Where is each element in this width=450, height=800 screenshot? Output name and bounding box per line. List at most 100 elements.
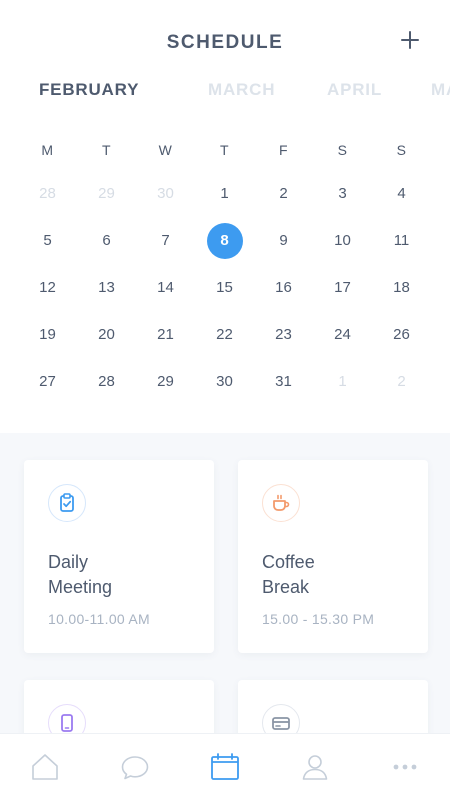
tab-more[interactable] xyxy=(360,734,450,800)
calendar-day[interactable]: 29 xyxy=(136,365,195,399)
calendar-day[interactable]: 9 xyxy=(254,224,313,258)
tab-calendar[interactable] xyxy=(180,734,270,800)
day-number: 24 xyxy=(334,325,351,343)
day-number: 20 xyxy=(98,325,115,343)
day-number: 12 xyxy=(39,278,56,296)
calendar-day[interactable]: 31 xyxy=(254,365,313,399)
event-card-coffee-break[interactable]: Coffee Break 15.00 - 15.30 PM xyxy=(238,460,428,653)
calendar-day[interactable]: 1 xyxy=(195,177,254,211)
calendar-day[interactable]: 17 xyxy=(313,271,372,305)
calendar-day[interactable]: 16 xyxy=(254,271,313,305)
calendar-week-row: 12 13 14 15 16 17 18 xyxy=(18,264,432,311)
calendar-day[interactable]: 21 xyxy=(136,318,195,352)
home-icon xyxy=(32,754,58,780)
calendar-day[interactable]: 6 xyxy=(77,224,136,258)
day-number: 31 xyxy=(275,372,292,390)
calendar-day-outside-month[interactable]: 28 xyxy=(18,177,77,211)
calendar-day[interactable]: 7 xyxy=(136,224,195,258)
calendar-day[interactable]: 30 xyxy=(195,365,254,399)
day-number: 2 xyxy=(279,184,288,202)
day-number: 8 xyxy=(206,222,243,259)
chat-icon xyxy=(121,756,149,780)
tab-bar xyxy=(0,733,450,800)
more-icon xyxy=(393,764,417,770)
day-number: 19 xyxy=(39,325,56,343)
day-number: 17 xyxy=(334,278,351,296)
day-number: 9 xyxy=(279,231,288,249)
calendar-day[interactable]: 27 xyxy=(18,365,77,399)
day-number: 6 xyxy=(102,231,111,249)
weekday-label: T xyxy=(219,142,230,158)
weekday-label: W xyxy=(158,142,173,158)
calendar-icon xyxy=(211,753,239,780)
events-area: Daily Meeting 10.00-11.00 AM Coffee Brea… xyxy=(0,433,450,760)
calendar-day[interactable]: 10 xyxy=(313,224,372,258)
weekday-label: T xyxy=(101,142,112,158)
day-number: 4 xyxy=(397,184,406,202)
calendar-day[interactable]: 22 xyxy=(195,318,254,352)
calendar-day[interactable]: 26 xyxy=(372,318,431,352)
day-number: 5 xyxy=(43,231,52,249)
calendar-day[interactable]: 11 xyxy=(372,224,431,258)
event-title: Coffee Break xyxy=(262,552,315,597)
day-number: 7 xyxy=(161,231,170,249)
calendar-day[interactable]: 19 xyxy=(18,318,77,352)
calendar-day[interactable]: 4 xyxy=(372,177,431,211)
day-number: 23 xyxy=(275,325,292,343)
weekday-label: S xyxy=(337,142,348,158)
calendar-day-selected[interactable]: 8 xyxy=(195,222,254,259)
calendar-week-row: 19 20 21 22 23 24 26 xyxy=(18,311,432,358)
calendar-day[interactable]: 2 xyxy=(254,177,313,211)
calendar-day[interactable]: 3 xyxy=(313,177,372,211)
calendar-day[interactable]: 12 xyxy=(18,271,77,305)
day-number: 1 xyxy=(220,184,229,202)
calendar-week-row: 5 6 7 8 9 10 11 xyxy=(18,217,432,264)
add-event-button[interactable] xyxy=(396,26,424,54)
day-number: 2 xyxy=(397,372,406,390)
calendar-day[interactable]: 5 xyxy=(18,224,77,258)
day-number: 11 xyxy=(393,231,410,249)
tab-home[interactable] xyxy=(0,734,90,800)
weekday-header-row: MTWTFSS xyxy=(18,130,432,170)
day-number: 29 xyxy=(157,372,174,390)
day-number: 22 xyxy=(216,325,233,343)
calendar-week-row: 27 28 29 30 31 1 2 xyxy=(18,358,432,405)
event-time: 10.00-11.00 AM xyxy=(48,611,151,627)
calendar-day[interactable]: 20 xyxy=(77,318,136,352)
tab-profile[interactable] xyxy=(270,734,360,800)
day-number: 13 xyxy=(98,278,115,296)
day-number: 18 xyxy=(393,278,410,296)
month-tab-april[interactable]: APRIL xyxy=(327,80,382,100)
calendar-day[interactable]: 18 xyxy=(372,271,431,305)
calendar-day-outside-month[interactable]: 30 xyxy=(136,177,195,211)
calendar-day-outside-month[interactable]: 29 xyxy=(77,177,136,211)
day-number: 28 xyxy=(39,184,56,202)
month-selector: FEBRUARY MARCH APRIL MA xyxy=(0,80,450,104)
day-number: 10 xyxy=(334,231,351,249)
header: SCHEDULE xyxy=(0,0,450,86)
event-time: 15.00 - 15.30 PM xyxy=(262,611,375,627)
weekday-label: F xyxy=(278,142,289,158)
month-tab-february[interactable]: FEBRUARY xyxy=(39,80,139,100)
day-number: 21 xyxy=(157,325,174,343)
calendar-day[interactable]: 23 xyxy=(254,318,313,352)
day-number: 30 xyxy=(157,184,174,202)
month-tab-march[interactable]: MARCH xyxy=(208,80,275,100)
user-icon xyxy=(302,755,328,780)
tab-messages[interactable] xyxy=(90,734,180,800)
day-number: 1 xyxy=(338,372,347,390)
coffee-icon xyxy=(262,484,300,522)
calendar-grid: M T W T F S S 28 29 30 1 2 3 4 5 6 7 8 9 10 11 12 13 14 15 16 17 18… xyxy=(18,130,432,405)
day-number: 14 xyxy=(157,278,174,296)
weekday-label: M xyxy=(41,142,54,158)
calendar-day[interactable]: 15 xyxy=(195,271,254,305)
calendar-day[interactable]: 13 xyxy=(77,271,136,305)
month-tab-may[interactable]: MA xyxy=(431,80,450,100)
calendar-day[interactable]: 28 xyxy=(77,365,136,399)
calendar-day-outside-month[interactable]: 2 xyxy=(372,365,431,399)
event-card-daily-meeting[interactable]: Daily Meeting 10.00-11.00 AM xyxy=(24,460,214,653)
event-title: Daily Meeting xyxy=(48,552,113,597)
calendar-day[interactable]: 24 xyxy=(313,318,372,352)
calendar-day[interactable]: 14 xyxy=(136,271,195,305)
calendar-day-outside-month[interactable]: 1 xyxy=(313,365,372,399)
